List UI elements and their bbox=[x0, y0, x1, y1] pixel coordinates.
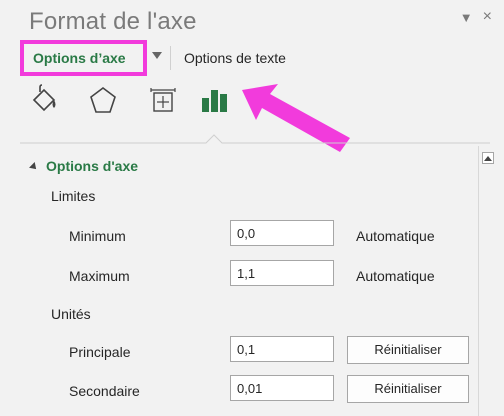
scroll-up-icon[interactable] bbox=[482, 152, 494, 164]
limits-label: Limites bbox=[51, 188, 96, 204]
minimum-label: Minimum bbox=[69, 228, 126, 244]
fill-line-icon[interactable] bbox=[30, 84, 60, 118]
chevron-down-icon[interactable] bbox=[152, 52, 162, 59]
major-unit-input[interactable] bbox=[230, 336, 334, 362]
units-label: Unités bbox=[51, 306, 91, 322]
tab-text-options[interactable]: Options de texte bbox=[184, 50, 286, 66]
tab-axis-options-label: Options d’axe bbox=[33, 50, 126, 66]
effects-icon[interactable] bbox=[88, 84, 118, 118]
close-icon[interactable]: × bbox=[483, 8, 492, 26]
minor-unit-input[interactable] bbox=[230, 375, 334, 401]
pane-title: Format de l'axe bbox=[29, 8, 197, 35]
format-axis-pane: Format de l'axe ▼ × Options d’axe Option… bbox=[0, 0, 504, 416]
minor-reset-button[interactable]: Réinitialiser bbox=[347, 375, 469, 403]
maximum-label: Maximum bbox=[69, 268, 130, 284]
section-title: Options d'axe bbox=[46, 158, 139, 174]
maximum-input[interactable] bbox=[230, 260, 334, 286]
minimum-input[interactable] bbox=[230, 220, 334, 246]
tab-axis-options[interactable]: Options d’axe bbox=[20, 40, 147, 76]
divider bbox=[20, 132, 490, 144]
minimum-auto-text: Automatique bbox=[356, 228, 435, 244]
maximum-auto-text: Automatique bbox=[356, 268, 435, 284]
pane-controls: ▼ × bbox=[460, 8, 492, 26]
vertical-scrollbar[interactable] bbox=[478, 146, 496, 416]
pane-options-dropdown-icon[interactable]: ▼ bbox=[460, 10, 473, 25]
major-reset-button[interactable]: Réinitialiser bbox=[347, 336, 469, 364]
axis-options-icon[interactable] bbox=[200, 84, 230, 118]
minor-unit-label: Secondaire bbox=[69, 383, 140, 399]
size-properties-icon[interactable] bbox=[148, 84, 178, 118]
collapse-triangle-icon bbox=[29, 162, 39, 172]
category-icon-row bbox=[30, 84, 250, 120]
axis-options-content: Options d'axe Limites Minimum Automatiqu… bbox=[20, 146, 476, 416]
tab-row: Options d’axe Options de texte bbox=[20, 40, 490, 76]
tab-separator bbox=[170, 46, 171, 70]
section-axis-options[interactable]: Options d'axe bbox=[29, 158, 139, 174]
major-unit-label: Principale bbox=[69, 344, 131, 360]
